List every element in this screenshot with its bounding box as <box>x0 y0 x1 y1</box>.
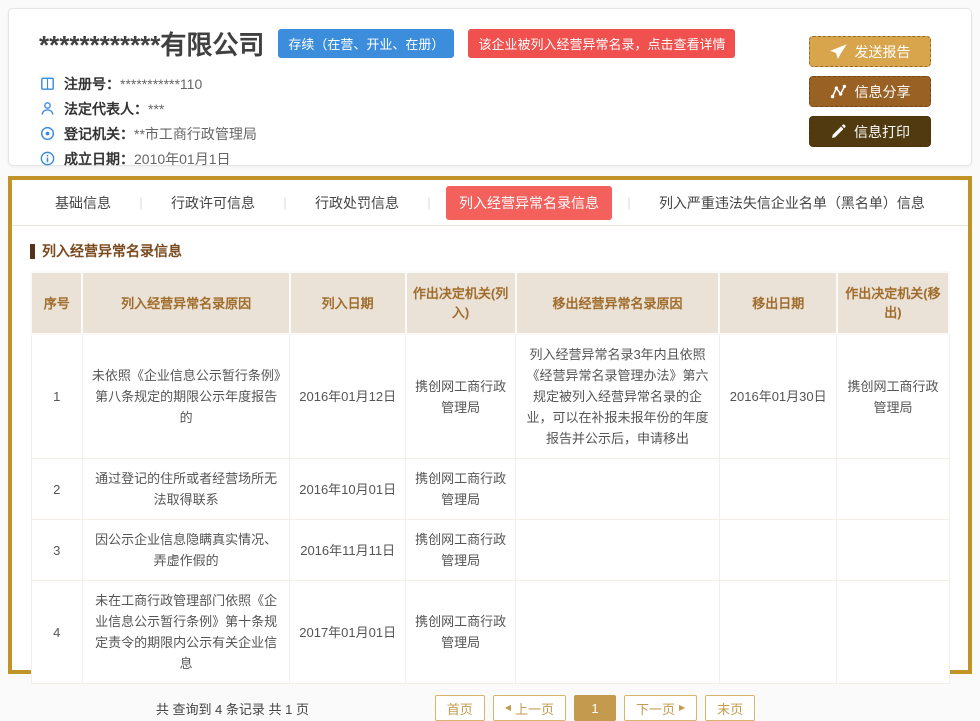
info-value: *** <box>148 101 164 117</box>
info-label: 法定代表人： <box>64 99 148 119</box>
left-arrow-icon: ◀ <box>505 704 511 712</box>
col-header-removal-date: 移出日期 <box>719 272 837 334</box>
location-icon <box>39 125 56 142</box>
last-page-label: 末页 <box>717 699 743 718</box>
col-header-removal-reason: 移出经营异常名录原因 <box>516 272 720 334</box>
next-page-button[interactable]: 下一页 ▶ <box>624 695 697 721</box>
tab-divider: | <box>283 195 286 210</box>
cell-inclusion-date: 2016年11月11日 <box>290 520 406 581</box>
tab-abnormal-operation-list[interactable]: 列入经营异常名录信息 <box>446 186 612 220</box>
table-row: 2 通过登记的住所或者经营场所无法取得联系 2016年10月01日 携创网工商行… <box>31 459 949 520</box>
cell-removal-authority: 携创网工商行政管理局 <box>837 334 949 459</box>
tab-divider: | <box>139 195 142 210</box>
cell-inclusion-reason: 因公示企业信息隐瞒真实情况、弄虚作假的 <box>82 520 289 581</box>
company-summary-card: ************有限公司 存续（在营、开业、在册） 该企业被列入经营异常… <box>8 8 972 166</box>
info-value: 2010年01月1日 <box>134 149 231 169</box>
first-page-label: 首页 <box>447 699 473 718</box>
cell-inclusion-date: 2017年01月01日 <box>290 581 406 684</box>
tab-basic-info[interactable]: 基础信息 <box>42 186 124 220</box>
action-label: 发送报告 <box>855 42 911 62</box>
cell-index: 2 <box>31 459 82 520</box>
cell-removal-reason: 列入经营异常名录3年内且依照《经营异常名录管理办法》第六规定被列入经营异常名录的… <box>516 334 720 459</box>
cell-removal-reason <box>516 581 720 684</box>
info-value: **市工商行政管理局 <box>134 124 257 144</box>
detail-panel: 基础信息 | 行政许可信息 | 行政处罚信息 | 列入经营异常名录信息 | 列入… <box>8 176 972 674</box>
cell-inclusion-reason: 通过登记的住所或者经营场所无法取得联系 <box>82 459 289 520</box>
table-row: 4 未在工商行政管理部门依照《企业信息公示暂行条例》第十条规定责令的期限内公示有… <box>31 581 949 684</box>
action-buttons: 发送报告 信息分享 信息打印 <box>809 36 931 147</box>
info-item-establish-date: 成立日期： 2010年01月1日 <box>39 146 953 171</box>
cell-removal-date: 2016年01月30日 <box>719 334 837 459</box>
cell-inclusion-date: 2016年01月12日 <box>290 334 406 459</box>
col-header-inclusion-authority: 作出决定机关(列入) <box>406 272 516 334</box>
paper-plane-icon <box>830 43 847 60</box>
last-page-button[interactable]: 末页 <box>705 695 755 721</box>
cell-inclusion-reason: 未依照《企业信息公示暂行条例》第八条规定的期限公示年度报告的 <box>82 334 289 459</box>
abnormal-warning-badge[interactable]: 该企业被列入经营异常名录，点击查看详情 <box>468 29 735 58</box>
right-arrow-icon: ▶ <box>679 704 685 712</box>
share-info-button[interactable]: 信息分享 <box>809 76 931 107</box>
tab-administrative-penalty[interactable]: 行政处罚信息 <box>302 186 412 220</box>
print-info-button[interactable]: 信息打印 <box>809 116 931 147</box>
section-title-bar <box>30 244 35 259</box>
info-label: 注册号： <box>64 74 120 94</box>
table-row: 1 未依照《企业信息公示暂行条例》第八条规定的期限公示年度报告的 2016年01… <box>31 334 949 459</box>
col-header-removal-authority: 作出决定机关(移出) <box>837 272 949 334</box>
cell-inclusion-authority: 携创网工商行政管理局 <box>406 459 516 520</box>
share-icon <box>830 83 847 100</box>
pencil-icon <box>830 124 846 140</box>
cell-removal-authority <box>837 581 949 684</box>
tab-divider: | <box>427 195 430 210</box>
table-header-row: 序号 列入经营异常名录原因 列入日期 作出决定机关(列入) 移出经营异常名录原因… <box>31 272 949 334</box>
section-title-text: 列入经营异常名录信息 <box>42 241 182 261</box>
tab-content: 列入经营异常名录信息 序号 列入经营异常名录原因 列入日期 作出决定机关(列入)… <box>12 226 968 721</box>
cell-removal-date <box>719 520 837 581</box>
cell-inclusion-date: 2016年10月01日 <box>290 459 406 520</box>
info-label: 登记机关： <box>64 124 134 144</box>
cell-removal-reason <box>516 520 720 581</box>
tab-serious-violation-blacklist[interactable]: 列入严重违法失信企业名单（黑名单）信息 <box>646 186 938 220</box>
section-title: 列入经营异常名录信息 <box>30 241 950 261</box>
cell-inclusion-reason: 未在工商行政管理部门依照《企业信息公示暂行条例》第十条规定责令的期限内公示有关企… <box>82 581 289 684</box>
record-count-summary: 共 查询到 4 条记录 共 1 页 <box>30 699 435 718</box>
prev-page-label: 上一页 <box>515 699 554 718</box>
prev-page-button[interactable]: ◀ 上一页 <box>493 695 566 721</box>
table-row: 3 因公示企业信息隐瞒真实情况、弄虚作假的 2016年11月11日 携创网工商行… <box>31 520 949 581</box>
page-number-label: 1 <box>591 701 598 716</box>
tab-divider: | <box>627 195 630 210</box>
cell-inclusion-authority: 携创网工商行政管理局 <box>406 520 516 581</box>
cell-index: 3 <box>31 520 82 581</box>
company-name: ************有限公司 <box>39 25 264 62</box>
cell-removal-authority <box>837 459 949 520</box>
col-header-index: 序号 <box>31 272 82 334</box>
pagination: 共 查询到 4 条记录 共 1 页 首页 ◀ 上一页 1 下一页 ▶ 末页 <box>30 695 950 721</box>
cell-removal-reason <box>516 459 720 520</box>
info-label: 成立日期： <box>64 149 134 169</box>
send-report-button[interactable]: 发送报告 <box>809 36 931 67</box>
cell-index: 1 <box>31 334 82 459</box>
cell-removal-authority <box>837 520 949 581</box>
action-label: 信息分享 <box>855 82 911 102</box>
certificate-icon <box>39 75 56 92</box>
cell-removal-date <box>719 459 837 520</box>
page-number-button[interactable]: 1 <box>574 695 616 721</box>
status-badge: 存续（在营、开业、在册） <box>278 29 454 58</box>
person-icon <box>39 100 56 117</box>
info-icon <box>39 150 56 167</box>
col-header-inclusion-reason: 列入经营异常名录原因 <box>82 272 289 334</box>
abnormal-list-table: 序号 列入经营异常名录原因 列入日期 作出决定机关(列入) 移出经营异常名录原因… <box>30 271 950 684</box>
cell-inclusion-authority: 携创网工商行政管理局 <box>406 334 516 459</box>
tab-bar: 基础信息 | 行政许可信息 | 行政处罚信息 | 列入经营异常名录信息 | 列入… <box>12 180 968 226</box>
first-page-button[interactable]: 首页 <box>435 695 485 721</box>
action-label: 信息打印 <box>854 122 910 142</box>
cell-index: 4 <box>31 581 82 684</box>
tab-administrative-license[interactable]: 行政许可信息 <box>158 186 268 220</box>
pagination-buttons: 首页 ◀ 上一页 1 下一页 ▶ 末页 <box>435 695 755 721</box>
next-page-label: 下一页 <box>636 699 675 718</box>
cell-inclusion-authority: 携创网工商行政管理局 <box>406 581 516 684</box>
col-header-inclusion-date: 列入日期 <box>290 272 406 334</box>
info-value: ***********110 <box>120 76 202 92</box>
cell-removal-date <box>719 581 837 684</box>
